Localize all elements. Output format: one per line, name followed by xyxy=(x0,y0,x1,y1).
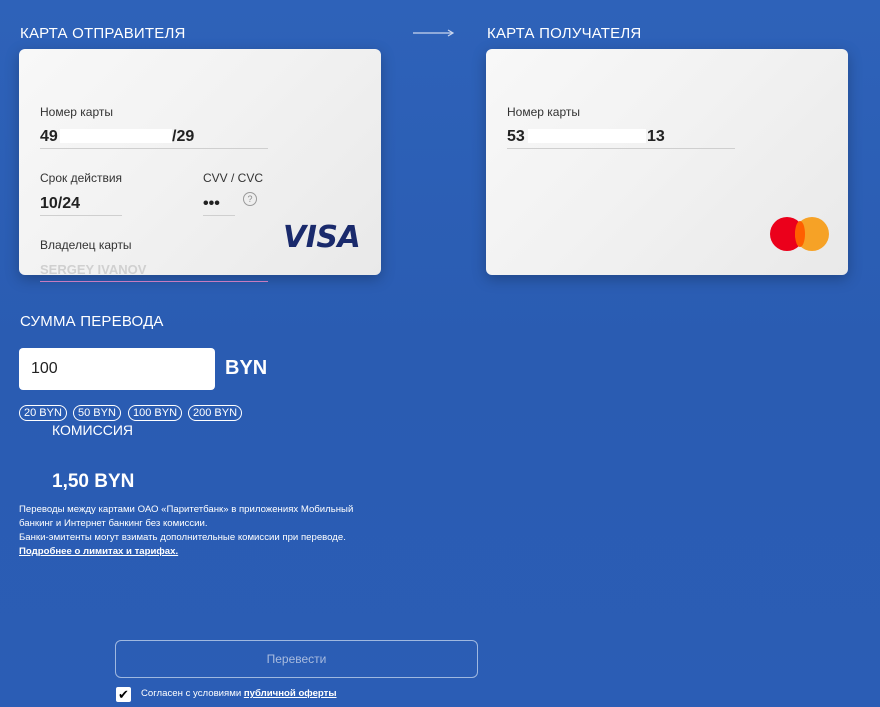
checkmark-icon: ✔ xyxy=(118,687,129,702)
info-note-line-2: Банки-эмитенты могут взимать дополнитель… xyxy=(19,532,346,543)
expiry-label: Срок действия xyxy=(40,171,123,185)
preset-200-button[interactable]: 200 BYN xyxy=(188,405,243,421)
currency-label: BYN xyxy=(225,357,268,379)
recipient-card-number-prefix[interactable]: 53 xyxy=(507,128,525,146)
info-note: Переводы между картами ОАО «Паритетбанк»… xyxy=(19,503,379,559)
preset-20-button[interactable]: 20 BYN xyxy=(19,405,67,421)
owner-underline xyxy=(40,281,268,282)
agreement-text: Согласен с условиями публичной оферты xyxy=(141,688,337,699)
sender-card-number-prefix[interactable]: 49 xyxy=(40,128,58,146)
limits-link[interactable]: Подробнее о лимитах и тарифах. xyxy=(19,545,379,559)
owner-field[interactable]: SERGEY IVANOV xyxy=(40,262,146,277)
amount-input[interactable] xyxy=(19,348,215,390)
public-offer-link[interactable]: публичной оферты xyxy=(244,688,337,699)
cvv-field[interactable]: ••• xyxy=(203,195,220,213)
recipient-number-underline xyxy=(507,148,735,149)
preset-50-button[interactable]: 50 BYN xyxy=(73,405,121,421)
recipient-card-number-label: Номер карты xyxy=(507,105,580,119)
card-number-underline xyxy=(40,148,268,149)
arrow-right-icon xyxy=(413,29,455,37)
expiry-underline xyxy=(40,215,122,216)
agreement-label: Согласен с условиями xyxy=(141,688,244,699)
sender-card-title: КАРТА ОТПРАВИТЕЛЯ xyxy=(20,25,186,42)
cvv-underline xyxy=(203,215,235,216)
mastercard-logo-icon xyxy=(770,217,830,253)
recipient-number-mask xyxy=(528,129,646,143)
owner-label: Владелец карты xyxy=(40,238,132,252)
recipient-card-title: КАРТА ПОЛУЧАТЕЛЯ xyxy=(487,25,642,42)
sender-card: Номер карты 49 /29 Срок действия 10/24 C… xyxy=(19,49,381,282)
sender-card-number-label: Номер карты xyxy=(40,105,113,119)
submit-transfer-button[interactable]: Перевести xyxy=(115,640,478,678)
sender-card-number-suffix[interactable]: /29 xyxy=(172,128,194,146)
fee-value: 1,50 BYN xyxy=(52,471,135,492)
info-note-line-1: Переводы между картами ОАО «Паритетбанк»… xyxy=(19,504,354,529)
recipient-card: Номер карты 53 13 xyxy=(486,49,848,275)
agreement-checkbox[interactable]: ✔ xyxy=(116,687,131,702)
recipient-card-number-suffix[interactable]: 13 xyxy=(647,128,665,146)
visa-logo-icon: VISA xyxy=(283,220,361,255)
cvv-help-icon[interactable]: ? xyxy=(243,192,257,206)
preset-100-button[interactable]: 100 BYN xyxy=(128,405,183,421)
amount-title: СУММА ПЕРЕВОДА xyxy=(20,313,164,330)
fee-label: КОМИССИЯ xyxy=(52,422,134,438)
expiry-field[interactable]: 10/24 xyxy=(40,195,80,213)
card-number-mask xyxy=(60,129,172,143)
cvv-label: CVV / CVC xyxy=(203,171,264,185)
